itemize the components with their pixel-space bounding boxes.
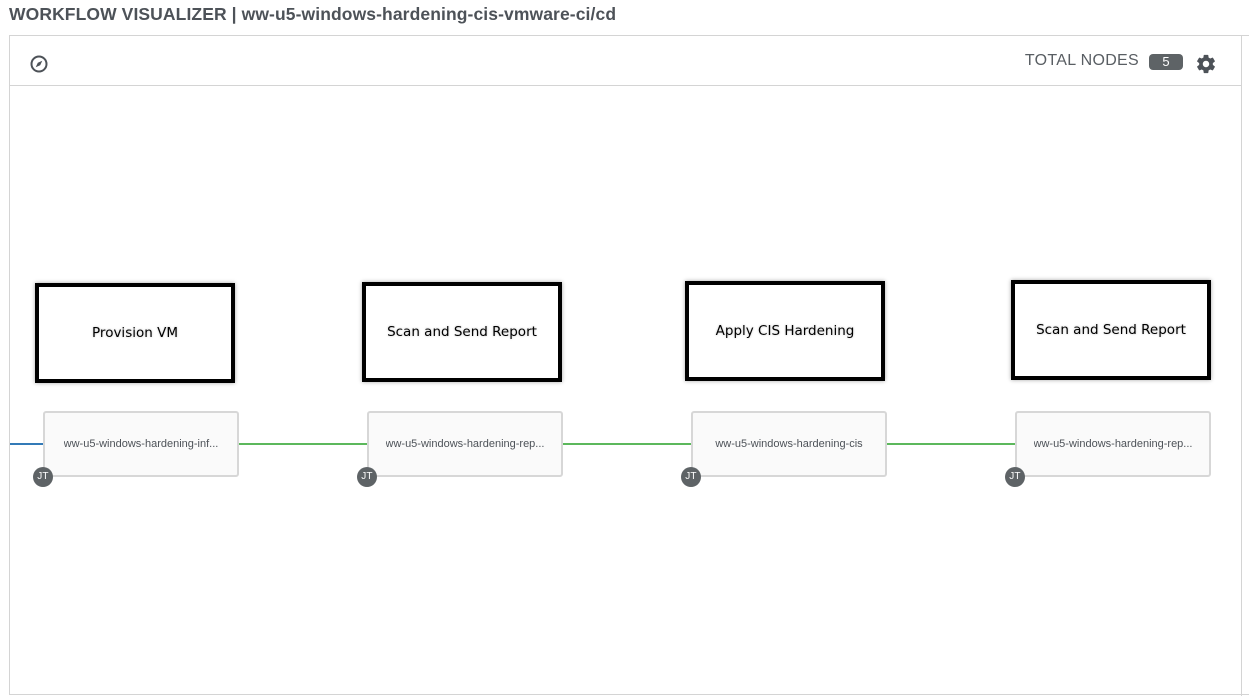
workflow-node-name: ww-u5-windows-hardening-rep...	[1033, 438, 1193, 450]
job-template-badge: JT	[1005, 467, 1025, 487]
workflow-visualizer-panel: TOTAL NODES 5 Provision VM Scan and Send…	[9, 35, 1249, 696]
workflow-node[interactable]: ww-u5-windows-hardening-inf...	[43, 411, 239, 477]
annotation-label: Provision VM	[92, 325, 178, 341]
workflow-node[interactable]: ww-u5-windows-hardening-cis	[691, 411, 887, 477]
annotation-box: Apply CIS Hardening	[685, 281, 885, 381]
annotation-label: Scan and Send Report	[1036, 322, 1186, 338]
workflow-node-name: ww-u5-windows-hardening-cis	[715, 438, 863, 450]
gear-icon[interactable]	[1195, 53, 1217, 75]
annotation-box: Provision VM	[35, 283, 235, 383]
job-template-badge: JT	[33, 467, 53, 487]
page-title: WORKFLOW VISUALIZER | ww-u5-windows-hard…	[9, 4, 617, 24]
annotation-box: Scan and Send Report	[1011, 280, 1211, 380]
total-nodes-label: TOTAL NODES	[1024, 52, 1139, 69]
compass-icon[interactable]	[29, 54, 49, 74]
workflow-canvas[interactable]: Provision VM Scan and Send Report Apply …	[10, 86, 1242, 696]
job-template-badge: JT	[357, 467, 377, 487]
workflow-links	[10, 443, 1015, 445]
visualizer-toolbar: TOTAL NODES 5	[10, 36, 1242, 86]
total-nodes: TOTAL NODES 5	[1025, 52, 1183, 70]
annotation-box: Scan and Send Report	[362, 282, 562, 382]
workflow-node[interactable]: ww-u5-windows-hardening-rep...	[367, 411, 563, 477]
workflow-node-name: ww-u5-windows-hardening-inf...	[63, 438, 219, 450]
total-nodes-count-badge: 5	[1149, 54, 1183, 70]
annotation-label: Apply CIS Hardening	[715, 323, 855, 339]
job-template-badge: JT	[681, 467, 701, 487]
annotation-label: Scan and Send Report	[387, 324, 537, 340]
workflow-node-name: ww-u5-windows-hardening-rep...	[385, 438, 545, 450]
workflow-node[interactable]: ww-u5-windows-hardening-rep...	[1015, 411, 1211, 477]
